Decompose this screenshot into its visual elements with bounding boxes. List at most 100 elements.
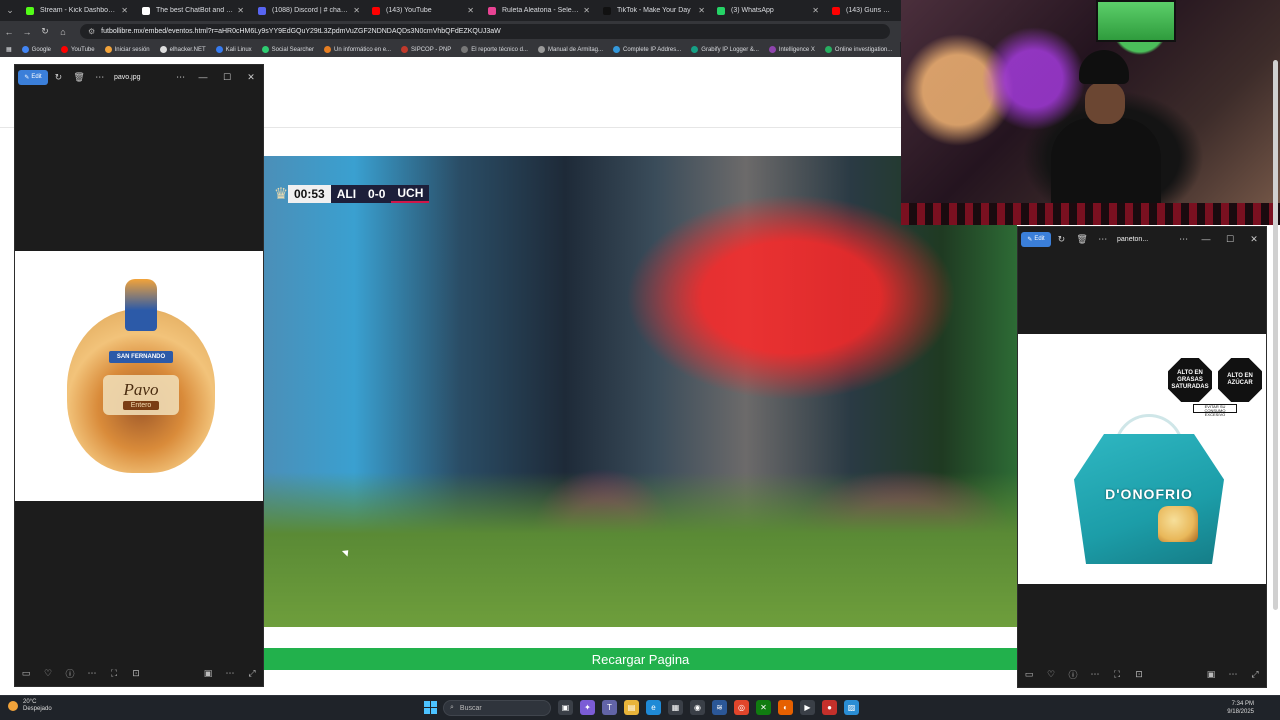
zoom-fit-icon[interactable]: ⛶	[103, 668, 125, 679]
chrome-icon[interactable]: ◎	[734, 700, 749, 715]
code-editor-icon[interactable]: ≋	[712, 700, 727, 715]
close-icon[interactable]: ✕	[583, 6, 590, 15]
actual-size-icon[interactable]: ⊡	[125, 668, 147, 679]
close-icon[interactable]: ✕	[812, 6, 819, 15]
slideshow-icon[interactable]: ▣	[1200, 669, 1222, 680]
tab-tiktok[interactable]: TikTok - Make Your Day ✕	[597, 2, 711, 19]
close-icon[interactable]: ✕	[237, 6, 244, 15]
page-scrollbar[interactable]	[1273, 60, 1278, 610]
options-icon[interactable]: ⋯	[170, 72, 191, 83]
back-icon[interactable]: ←	[0, 27, 18, 37]
more-icon[interactable]: ⋯	[81, 668, 103, 679]
bookmark-sipcop[interactable]: SIPCOP - PNP	[401, 46, 451, 53]
edge-icon[interactable]: e	[646, 700, 661, 715]
filmstrip-icon[interactable]: ▭	[1018, 669, 1040, 680]
close-icon[interactable]: ✕	[239, 72, 263, 83]
bookmark-google[interactable]: Google	[21, 46, 51, 53]
close-icon[interactable]: ✕	[698, 6, 705, 15]
bookmark-intelligence-x[interactable]: Intelligence X	[768, 46, 815, 53]
store-icon[interactable]: ▦	[668, 700, 683, 715]
more-icon[interactable]: ⋯	[1084, 669, 1106, 680]
close-icon[interactable]: ✕	[1242, 234, 1266, 245]
bookmark-reporte[interactable]: El reporte técnico d...	[461, 46, 528, 53]
address-bar[interactable]: ⚙ futbollibre.mx/embed/eventos.html?r=aH…	[80, 24, 890, 39]
delete-icon[interactable]: 🗑	[1072, 234, 1093, 245]
bookmark-armitage[interactable]: Manual de Armitag...	[537, 46, 603, 53]
bookmark-youtube[interactable]: YouTube	[61, 46, 95, 53]
reload-page-button[interactable]: Recargar Pagina	[264, 648, 1017, 670]
more-icon[interactable]: ⋯	[89, 72, 110, 83]
filmstrip-icon[interactable]: ▭	[15, 668, 37, 679]
system-clock[interactable]: 7:34 PM 9/18/2025	[1227, 700, 1254, 716]
tab-chatbot[interactable]: The best ChatBot and Widget✕	[136, 2, 250, 19]
edit-button[interactable]: ✎ Edit	[18, 69, 49, 85]
armitage-icon	[537, 46, 545, 53]
bookmark-social-searcher[interactable]: Social Searcher	[261, 46, 314, 53]
paneton-box: D'ONOFRIO	[1074, 414, 1224, 564]
kali-icon	[215, 46, 223, 53]
favorite-icon[interactable]: ♡	[1040, 669, 1062, 680]
teams-icon[interactable]: T	[602, 700, 617, 715]
rotate-icon[interactable]: ↻	[1051, 234, 1072, 245]
reload-icon[interactable]: ↻	[36, 26, 54, 37]
apps-icon[interactable]: ▦	[6, 46, 12, 53]
actual-size-icon[interactable]: ⊡	[1128, 669, 1150, 680]
slideshow-icon[interactable]: ▣	[197, 668, 219, 679]
file-explorer-icon[interactable]: ▤	[624, 700, 639, 715]
photos-icon[interactable]: ▨	[844, 700, 859, 715]
bookmark-ip-address[interactable]: Complete IP Addres...	[613, 46, 681, 53]
tab-guns-n-roses[interactable]: (143) Guns N' Roses -	[826, 2, 900, 19]
rotate-icon[interactable]: ↻	[48, 72, 69, 83]
tab-youtube[interactable]: (143) YouTube ✕	[366, 2, 480, 19]
media-player-icon[interactable]: ▶	[800, 700, 815, 715]
tab-whatsapp[interactable]: (3) WhatsApp ✕	[711, 2, 825, 19]
tab-kick[interactable]: Stream - Kick Dashboard ✕	[20, 2, 134, 19]
edit-button[interactable]: ✎ Edit	[1021, 231, 1052, 247]
more-icon[interactable]: ⋯	[1092, 234, 1113, 245]
taskbar-search[interactable]: ⌕ Buscar	[443, 700, 551, 716]
close-icon[interactable]: ✕	[121, 6, 128, 15]
task-view-icon[interactable]: ▣	[558, 700, 573, 715]
home-icon[interactable]: ⌂	[54, 27, 72, 37]
steam-icon[interactable]: ◉	[690, 700, 705, 715]
zoom-fit-icon[interactable]: ⛶	[1106, 669, 1128, 680]
investigation-icon	[824, 46, 832, 53]
bookmark-elhacker[interactable]: elhacker.NET	[159, 46, 206, 53]
video-player[interactable]: ♛ 00:53 ALI 0-0 UCH	[264, 156, 1017, 627]
delete-icon[interactable]: 🗑	[69, 72, 90, 83]
start-icon[interactable]	[424, 701, 437, 714]
maximize-icon[interactable]: ☐	[215, 72, 239, 83]
tab-ruleta[interactable]: Ruleta Aleatoria - Selector Po✕	[482, 2, 596, 19]
close-icon[interactable]: ✕	[353, 6, 360, 15]
scoreboard: ♛ 00:53 ALI 0-0 UCH	[274, 178, 430, 210]
bookmark-informatico[interactable]: Un informático en e...	[324, 46, 391, 53]
favorite-icon[interactable]: ♡	[37, 668, 59, 679]
search-placeholder: Buscar	[459, 704, 482, 712]
minimize-icon[interactable]: —	[1194, 234, 1218, 245]
fullscreen-icon[interactable]: ⤢	[1244, 669, 1266, 680]
firefox-icon[interactable]: ◐	[778, 700, 793, 715]
weather-widget[interactable]: 20°C Despejado	[8, 699, 52, 713]
bookmark-kali[interactable]: Kali Linux	[215, 46, 252, 53]
xbox-icon[interactable]: ✕	[756, 700, 771, 715]
minimize-icon[interactable]: —	[191, 72, 215, 83]
viewer-image-pavo: SAN FERNANDO Pavo Entero	[15, 251, 263, 501]
options-icon[interactable]: ⋯	[219, 668, 241, 679]
tab-search-icon[interactable]: ⌄	[0, 0, 20, 21]
bookmark-grabify[interactable]: Grabify IP Logger &...	[691, 46, 759, 53]
close-icon[interactable]: ✕	[467, 6, 474, 15]
bookmark-iniciar-sesion[interactable]: Iniciar sesión	[104, 46, 150, 53]
copilot-icon[interactable]: ✦	[580, 700, 595, 715]
away-team: UCH	[391, 185, 430, 203]
info-icon[interactable]: ⓘ	[1062, 668, 1084, 681]
fullscreen-icon[interactable]: ⤢	[241, 668, 263, 679]
maximize-icon[interactable]: ☐	[1218, 234, 1242, 245]
forward-icon[interactable]: →	[18, 27, 36, 37]
obs-icon[interactable]: ●	[822, 700, 837, 715]
site-info-icon[interactable]: ⚙	[88, 27, 95, 36]
options-icon[interactable]: ⋯	[1173, 234, 1194, 245]
info-icon[interactable]: ⓘ	[59, 667, 81, 680]
tab-discord[interactable]: (1088) Discord | # chat-gen ✕	[252, 2, 366, 19]
options-icon[interactable]: ⋯	[1222, 669, 1244, 680]
bookmark-online-investigation[interactable]: Online investigation...	[824, 46, 892, 53]
